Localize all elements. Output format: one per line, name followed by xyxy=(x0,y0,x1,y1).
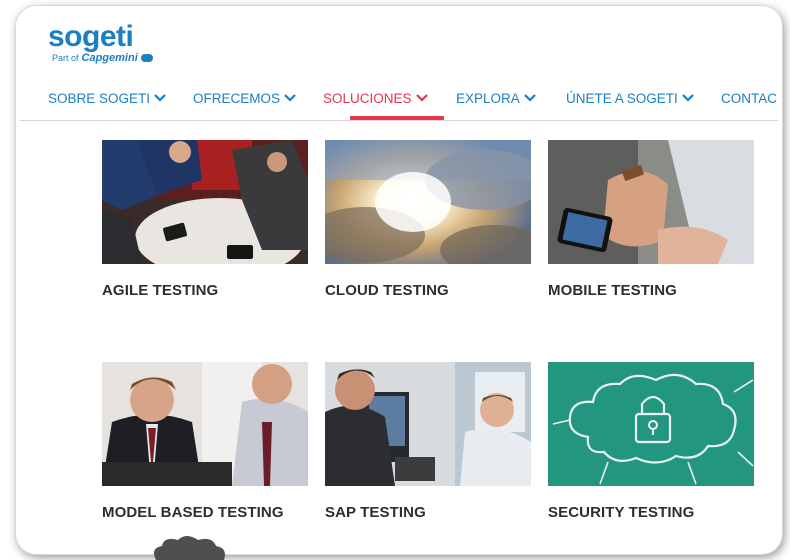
office-colleagues-photo[interactable] xyxy=(325,362,531,486)
nav-item-sobre-sogeti[interactable]: SOBRE SOGETI xyxy=(48,88,166,108)
header-divider xyxy=(20,120,778,121)
capgemini-spade-icon xyxy=(140,54,153,62)
nav-item-label: SOLUCIONES xyxy=(323,90,412,106)
two-men-laptop-photo[interactable] xyxy=(102,362,308,486)
tile-caption[interactable]: MOBILE TESTING xyxy=(548,282,677,299)
nav-item-label: SOBRE SOGETI xyxy=(48,90,151,106)
tile-caption[interactable]: SECURITY TESTING xyxy=(548,504,694,521)
solution-tile-mobile-testing[interactable]: MOBILE TESTING xyxy=(548,140,754,299)
nav-item-contacto[interactable]: CONTAC xyxy=(721,88,777,108)
business-meeting-photo[interactable] xyxy=(102,140,308,264)
browser-viewport: sogeti Part of Capgemini SOBRE SOGETI OF… xyxy=(20,10,778,550)
solution-tile-agile-testing[interactable]: AGILE TESTING xyxy=(102,140,308,299)
tablet-frame: sogeti Part of Capgemini SOBRE SOGETI OF… xyxy=(16,6,782,554)
nav-item-label: OFRECEMOS xyxy=(193,90,281,106)
chevron-down-icon xyxy=(682,94,694,102)
tile-caption[interactable]: CLOUD TESTING xyxy=(325,282,449,299)
logo-parent: Capgemini xyxy=(81,52,138,64)
solution-tile-security-testing[interactable]: SECURITY TESTING xyxy=(548,362,754,521)
hand-holding-smartphone-photo[interactable] xyxy=(548,140,754,264)
cloud-decoration-icon xyxy=(154,536,225,560)
tile-caption[interactable]: MODEL BASED TESTING xyxy=(102,504,284,521)
nav-item-unete-a-sogeti[interactable]: ÚNETE A SOGETI xyxy=(566,88,694,108)
nav-item-label: ÚNETE A SOGETI xyxy=(566,90,678,106)
padlock-cloud-chalkboard[interactable] xyxy=(548,362,754,486)
nav-item-soluciones[interactable]: SOLUCIONES xyxy=(323,88,428,108)
chevron-down-icon xyxy=(154,94,166,102)
logo-part-of: Part of xyxy=(52,53,79,63)
sunlit-clouds-photo[interactable] xyxy=(325,140,531,264)
tile-caption[interactable]: AGILE TESTING xyxy=(102,282,218,299)
nav-item-label: EXPLORA xyxy=(456,90,520,106)
solution-tile-cloud-testing[interactable]: CLOUD TESTING xyxy=(325,140,531,299)
nav-item-explora[interactable]: EXPLORA xyxy=(456,88,536,108)
logo-tagline: Part of Capgemini xyxy=(48,52,153,64)
main-navigation: SOBRE SOGETI OFRECEMOS SOLUCIONES EXPLOR… xyxy=(48,88,778,120)
chevron-down-icon xyxy=(284,94,296,102)
chevron-down-icon xyxy=(524,94,536,102)
tile-caption[interactable]: SAP TESTING xyxy=(325,504,426,521)
nav-item-label: CONTAC xyxy=(721,90,777,106)
solution-tile-model-based-testing[interactable]: MODEL BASED TESTING xyxy=(102,362,308,521)
solution-tile-sap-testing[interactable]: SAP TESTING xyxy=(325,362,531,521)
nav-item-ofrecemos[interactable]: OFRECEMOS xyxy=(193,88,296,108)
sogeti-logo[interactable]: sogeti Part of Capgemini xyxy=(48,22,153,64)
chevron-down-icon xyxy=(415,94,428,102)
logo-wordmark: sogeti xyxy=(48,20,134,53)
